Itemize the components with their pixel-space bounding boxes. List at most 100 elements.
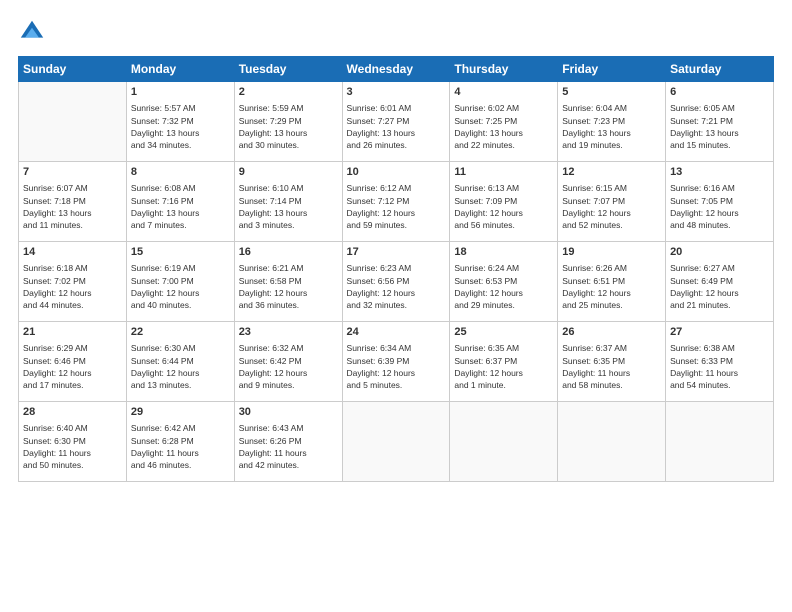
- header: [18, 18, 774, 46]
- cell-info: Sunrise: 6:13 AM Sunset: 7:09 PM Dayligh…: [454, 182, 553, 231]
- day-number: 21: [23, 325, 122, 340]
- calendar-cell: 27Sunrise: 6:38 AM Sunset: 6:33 PM Dayli…: [666, 322, 774, 402]
- calendar-header-saturday: Saturday: [666, 57, 774, 82]
- calendar-cell: 16 Sunrise: 6:21 AM Sunset: 6:58 PM Dayli…: [234, 242, 342, 322]
- logo: [18, 18, 50, 46]
- cell-info: Sunrise: 6:29 AM Sunset: 6:46 PM Dayligh…: [23, 342, 122, 391]
- calendar-cell: 17Sunrise: 6:23 AM Sunset: 6:56 PM Dayli…: [342, 242, 450, 322]
- calendar-header-row: SundayMondayTuesdayWednesdayThursdayFrid…: [19, 57, 774, 82]
- calendar-cell: 3 Sunrise: 6:01 AM Sunset: 7:27 PM Daylig…: [342, 82, 450, 162]
- calendar-week-1: 1 Sunrise: 5:57 AM Sunset: 7:32 PM Daylig…: [19, 82, 774, 162]
- day-number: 16: [239, 245, 338, 260]
- day-number: 23: [239, 325, 338, 340]
- calendar-header-wednesday: Wednesday: [342, 57, 450, 82]
- day-number: 20: [670, 245, 769, 260]
- cell-info: Sunrise: 6:02 AM Sunset: 7:25 PM Dayligh…: [454, 102, 553, 151]
- day-number: 15: [131, 245, 230, 260]
- day-number: 9: [239, 165, 338, 180]
- day-number: 5: [562, 85, 661, 100]
- calendar-cell: 4 Sunrise: 6:02 AM Sunset: 7:25 PM Daylig…: [450, 82, 558, 162]
- day-number: 1: [131, 85, 230, 100]
- day-number: 2: [239, 85, 338, 100]
- day-number: 8: [131, 165, 230, 180]
- calendar-cell: [450, 402, 558, 482]
- day-number: 29: [131, 405, 230, 420]
- cell-info: Sunrise: 6:40 AM Sunset: 6:30 PM Dayligh…: [23, 422, 122, 471]
- day-number: 7: [23, 165, 122, 180]
- calendar-header-sunday: Sunday: [19, 57, 127, 82]
- day-number: 19: [562, 245, 661, 260]
- calendar-cell: 26Sunrise: 6:37 AM Sunset: 6:35 PM Dayli…: [558, 322, 666, 402]
- cell-info: Sunrise: 6:24 AM Sunset: 6:53 PM Dayligh…: [454, 262, 553, 311]
- calendar-cell: 19 Sunrise: 6:26 AM Sunset: 6:51 PM Dayli…: [558, 242, 666, 322]
- calendar: SundayMondayTuesdayWednesdayThursdayFrid…: [18, 56, 774, 482]
- day-number: 28: [23, 405, 122, 420]
- cell-info: Sunrise: 6:43 AM Sunset: 6:26 PM Dayligh…: [239, 422, 338, 471]
- calendar-cell: 22 Sunrise: 6:30 AM Sunset: 6:44 PM Dayli…: [126, 322, 234, 402]
- calendar-cell: 6 Sunrise: 6:05 AM Sunset: 7:21 PM Daylig…: [666, 82, 774, 162]
- cell-info: Sunrise: 6:01 AM Sunset: 7:27 PM Dayligh…: [347, 102, 446, 151]
- cell-info: Sunrise: 6:35 AM Sunset: 6:37 PM Dayligh…: [454, 342, 553, 391]
- cell-info: Sunrise: 6:37 AM Sunset: 6:35 PM Dayligh…: [562, 342, 661, 391]
- logo-icon: [18, 18, 46, 46]
- cell-info: Sunrise: 6:26 AM Sunset: 6:51 PM Dayligh…: [562, 262, 661, 311]
- cell-info: Sunrise: 6:42 AM Sunset: 6:28 PM Dayligh…: [131, 422, 230, 471]
- calendar-cell: [19, 82, 127, 162]
- calendar-header-tuesday: Tuesday: [234, 57, 342, 82]
- cell-info: Sunrise: 6:34 AM Sunset: 6:39 PM Dayligh…: [347, 342, 446, 391]
- day-number: 18: [454, 245, 553, 260]
- calendar-cell: 8 Sunrise: 6:08 AM Sunset: 7:16 PM Daylig…: [126, 162, 234, 242]
- calendar-header-friday: Friday: [558, 57, 666, 82]
- calendar-week-4: 21 Sunrise: 6:29 AM Sunset: 6:46 PM Dayli…: [19, 322, 774, 402]
- calendar-cell: 15 Sunrise: 6:19 AM Sunset: 7:00 PM Dayli…: [126, 242, 234, 322]
- cell-info: Sunrise: 6:12 AM Sunset: 7:12 PM Dayligh…: [347, 182, 446, 231]
- day-number: 12: [562, 165, 661, 180]
- day-number: 6: [670, 85, 769, 100]
- day-number: 22: [131, 325, 230, 340]
- day-number: 3: [347, 85, 446, 100]
- calendar-week-2: 7 Sunrise: 6:07 AM Sunset: 7:18 PM Daylig…: [19, 162, 774, 242]
- calendar-cell: [558, 402, 666, 482]
- calendar-cell: 7 Sunrise: 6:07 AM Sunset: 7:18 PM Daylig…: [19, 162, 127, 242]
- cell-info: Sunrise: 6:27 AM Sunset: 6:49 PM Dayligh…: [670, 262, 769, 311]
- calendar-header-thursday: Thursday: [450, 57, 558, 82]
- cell-info: Sunrise: 6:08 AM Sunset: 7:16 PM Dayligh…: [131, 182, 230, 231]
- day-number: 4: [454, 85, 553, 100]
- calendar-cell: 14 Sunrise: 6:18 AM Sunset: 7:02 PM Dayli…: [19, 242, 127, 322]
- calendar-cell: 24Sunrise: 6:34 AM Sunset: 6:39 PM Dayli…: [342, 322, 450, 402]
- calendar-cell: 21 Sunrise: 6:29 AM Sunset: 6:46 PM Dayli…: [19, 322, 127, 402]
- calendar-cell: 29 Sunrise: 6:42 AM Sunset: 6:28 PM Dayli…: [126, 402, 234, 482]
- calendar-cell: 2Sunrise: 5:59 AM Sunset: 7:29 PM Daylig…: [234, 82, 342, 162]
- day-number: 25: [454, 325, 553, 340]
- cell-info: Sunrise: 6:38 AM Sunset: 6:33 PM Dayligh…: [670, 342, 769, 391]
- calendar-cell: [342, 402, 450, 482]
- calendar-cell: 12Sunrise: 6:15 AM Sunset: 7:07 PM Dayli…: [558, 162, 666, 242]
- calendar-cell: 30Sunrise: 6:43 AM Sunset: 6:26 PM Dayli…: [234, 402, 342, 482]
- calendar-cell: 28 Sunrise: 6:40 AM Sunset: 6:30 PM Dayli…: [19, 402, 127, 482]
- page: SundayMondayTuesdayWednesdayThursdayFrid…: [0, 0, 792, 612]
- calendar-cell: 11 Sunrise: 6:13 AM Sunset: 7:09 PM Dayli…: [450, 162, 558, 242]
- cell-info: Sunrise: 6:23 AM Sunset: 6:56 PM Dayligh…: [347, 262, 446, 311]
- calendar-cell: 25 Sunrise: 6:35 AM Sunset: 6:37 PM Dayli…: [450, 322, 558, 402]
- cell-info: Sunrise: 6:32 AM Sunset: 6:42 PM Dayligh…: [239, 342, 338, 391]
- calendar-cell: 23 Sunrise: 6:32 AM Sunset: 6:42 PM Dayli…: [234, 322, 342, 402]
- calendar-cell: 20 Sunrise: 6:27 AM Sunset: 6:49 PM Dayli…: [666, 242, 774, 322]
- calendar-cell: 13Sunrise: 6:16 AM Sunset: 7:05 PM Dayli…: [666, 162, 774, 242]
- cell-info: Sunrise: 6:16 AM Sunset: 7:05 PM Dayligh…: [670, 182, 769, 231]
- cell-info: Sunrise: 6:10 AM Sunset: 7:14 PM Dayligh…: [239, 182, 338, 231]
- day-number: 14: [23, 245, 122, 260]
- calendar-week-5: 28 Sunrise: 6:40 AM Sunset: 6:30 PM Dayli…: [19, 402, 774, 482]
- cell-info: Sunrise: 6:21 AM Sunset: 6:58 PM Dayligh…: [239, 262, 338, 311]
- calendar-header-monday: Monday: [126, 57, 234, 82]
- cell-info: Sunrise: 6:19 AM Sunset: 7:00 PM Dayligh…: [131, 262, 230, 311]
- calendar-cell: 18 Sunrise: 6:24 AM Sunset: 6:53 PM Dayli…: [450, 242, 558, 322]
- cell-info: Sunrise: 6:18 AM Sunset: 7:02 PM Dayligh…: [23, 262, 122, 311]
- cell-info: Sunrise: 5:57 AM Sunset: 7:32 PM Dayligh…: [131, 102, 230, 151]
- calendar-cell: [666, 402, 774, 482]
- day-number: 11: [454, 165, 553, 180]
- cell-info: Sunrise: 6:07 AM Sunset: 7:18 PM Dayligh…: [23, 182, 122, 231]
- cell-info: Sunrise: 6:05 AM Sunset: 7:21 PM Dayligh…: [670, 102, 769, 151]
- cell-info: Sunrise: 6:30 AM Sunset: 6:44 PM Dayligh…: [131, 342, 230, 391]
- calendar-cell: 10 Sunrise: 6:12 AM Sunset: 7:12 PM Dayli…: [342, 162, 450, 242]
- day-number: 10: [347, 165, 446, 180]
